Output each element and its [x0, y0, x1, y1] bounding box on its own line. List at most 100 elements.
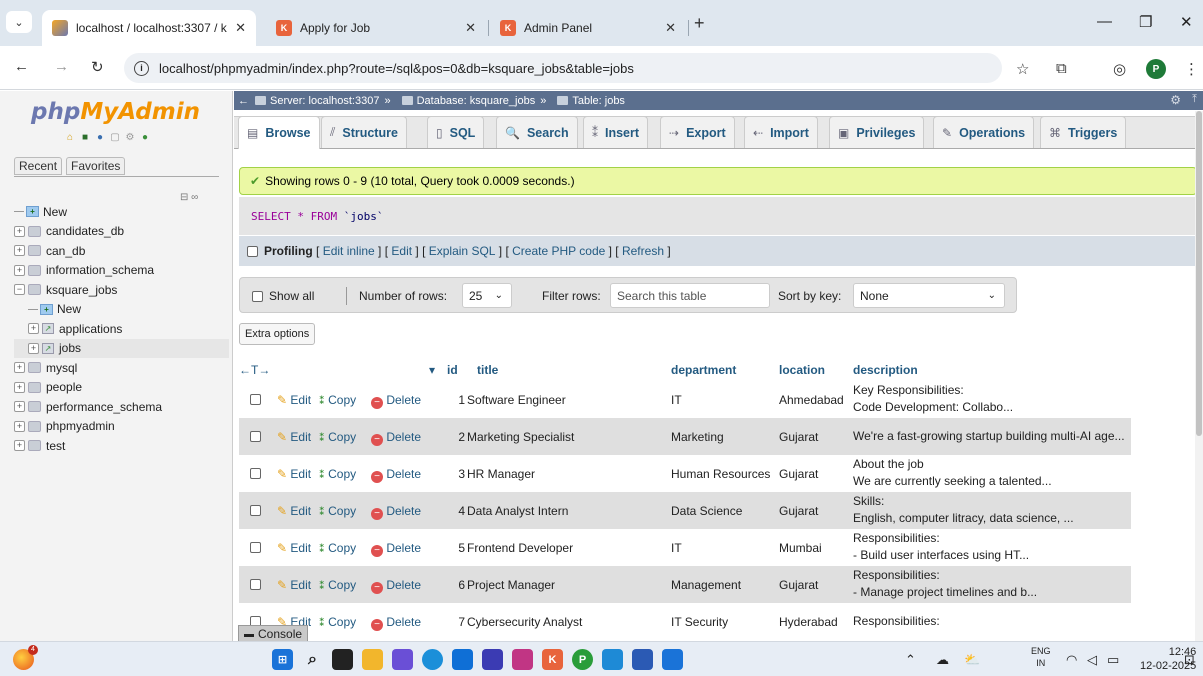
- column-department[interactable]: department: [671, 363, 736, 377]
- row-edit-link[interactable]: ✎ Edit: [277, 430, 311, 444]
- row-copy-link[interactable]: ⁑ Copy: [319, 541, 356, 555]
- expand-plus-icon[interactable]: +: [14, 401, 25, 413]
- profile-avatar[interactable]: P: [1146, 59, 1166, 79]
- cell-description[interactable]: We're a fast-growing startup building mu…: [853, 428, 1125, 445]
- cell-department[interactable]: IT Security: [671, 615, 728, 629]
- cell-id[interactable]: 2: [450, 430, 465, 444]
- row-copy-link[interactable]: ⁑ Copy: [319, 467, 356, 481]
- cell-title[interactable]: HR Manager: [467, 467, 535, 481]
- new-tab-plus-icon[interactable]: +: [694, 13, 705, 34]
- row-delete-link[interactable]: − Delete: [371, 615, 421, 631]
- show-all-checkbox[interactable]: [252, 290, 263, 302]
- tab-search-menu-button[interactable]: ⌄: [6, 11, 32, 33]
- row-checkbox[interactable]: [250, 431, 261, 442]
- close-icon[interactable]: ✕: [665, 20, 676, 36]
- sort-by-key-select[interactable]: None ⌄: [853, 283, 1005, 308]
- row-copy-link[interactable]: ⁑ Copy: [319, 393, 356, 407]
- tree-item-candidates-db[interactable]: + candidates_db: [14, 222, 229, 242]
- close-icon[interactable]: ✕: [465, 20, 476, 36]
- reload-navigation-icon[interactable]: ●: [139, 132, 151, 144]
- console-toggle[interactable]: ▬ Console: [238, 625, 309, 641]
- cell-id[interactable]: 5: [450, 541, 465, 555]
- settings-gear-icon[interactable]: ⚙: [1170, 93, 1181, 107]
- cell-department[interactable]: Marketing: [671, 430, 724, 444]
- cell-description[interactable]: Responsibilities: - Build user interfaces…: [853, 530, 1029, 564]
- expand-plus-icon[interactable]: +: [14, 245, 25, 257]
- cell-title[interactable]: Frontend Developer: [467, 541, 573, 555]
- cell-id[interactable]: 7: [450, 615, 465, 629]
- windows-start-icon[interactable]: ⊞: [272, 649, 293, 670]
- main-scrollbar[interactable]: [1195, 111, 1203, 641]
- show-all-toggle[interactable]: Show all: [252, 289, 314, 303]
- tab-export[interactable]: ⇢ Export: [660, 116, 735, 148]
- expand-plus-icon[interactable]: +: [14, 362, 25, 374]
- tab-privileges[interactable]: ▣ Privileges: [829, 116, 925, 148]
- tree-item-phpmyadmin[interactable]: + phpmyadmin: [14, 417, 229, 437]
- row-checkbox[interactable]: [250, 468, 261, 479]
- cell-department[interactable]: IT: [671, 393, 682, 407]
- remote-desktop-icon[interactable]: [662, 649, 683, 670]
- close-icon[interactable]: ✕: [235, 20, 246, 36]
- tab-browse[interactable]: ▤ Browse: [238, 116, 320, 149]
- tree-item-can-db[interactable]: + can_db: [14, 241, 229, 261]
- cloud-sync-icon[interactable]: ☁: [936, 652, 949, 668]
- column-title[interactable]: title: [477, 363, 498, 377]
- tree-item-people[interactable]: + people: [14, 378, 229, 398]
- battery-icon[interactable]: ▭: [1107, 652, 1119, 668]
- cell-location[interactable]: Gujarat: [779, 504, 818, 518]
- cell-description[interactable]: Responsibilities: - Manage project timeli…: [853, 567, 1037, 601]
- recent-tab[interactable]: Recent: [14, 157, 63, 175]
- help-icon[interactable]: ●: [94, 132, 106, 144]
- row-delete-link[interactable]: − Delete: [371, 467, 421, 483]
- row-delete-link[interactable]: − Delete: [371, 541, 421, 557]
- cell-location[interactable]: Gujarat: [779, 467, 818, 481]
- row-checkbox[interactable]: [250, 394, 261, 405]
- row-copy-link[interactable]: ⁑ Copy: [319, 504, 356, 518]
- extra-options-button[interactable]: Extra options: [239, 323, 316, 345]
- tree-item-applications[interactable]: + ↗ applications: [14, 319, 229, 339]
- tree-item-mysql[interactable]: + mysql: [14, 358, 229, 378]
- wifi-icon[interactable]: ◠: [1066, 652, 1077, 668]
- cell-title[interactable]: Software Engineer: [467, 393, 566, 407]
- row-copy-link[interactable]: ⁑ Copy: [319, 578, 356, 592]
- cell-id[interactable]: 1: [450, 393, 465, 407]
- rows-per-page-select[interactable]: 25 ⌄: [462, 283, 512, 308]
- back-arrow-icon[interactable]: ←: [238, 95, 249, 107]
- home-icon[interactable]: ⌂: [64, 132, 76, 144]
- language-indicator[interactable]: ENG IN: [1031, 645, 1051, 669]
- mobaxterm-icon[interactable]: [482, 649, 503, 670]
- expand-plus-icon[interactable]: +: [28, 342, 39, 354]
- tree-item-ksquare-new[interactable]: + New: [14, 300, 229, 320]
- instagram-icon[interactable]: [512, 649, 533, 670]
- cell-department[interactable]: Management: [671, 578, 741, 592]
- favorites-tab[interactable]: Favorites: [66, 157, 126, 175]
- cell-department[interactable]: Human Resources: [671, 467, 770, 481]
- collapse-minus-icon[interactable]: −: [14, 284, 25, 296]
- tree-item-performance-schema[interactable]: + performance_schema: [14, 397, 229, 417]
- row-checkbox[interactable]: [250, 579, 261, 590]
- phpmyadmin-logo[interactable]: phpMyAdmin: [31, 99, 200, 125]
- bookmark-star-icon[interactable]: ☆: [1016, 60, 1029, 78]
- show-hidden-icons-chevron-icon[interactable]: ⌃: [905, 652, 916, 668]
- tab-operations[interactable]: ✎ Operations: [933, 116, 1035, 148]
- cell-id[interactable]: 6: [450, 578, 465, 592]
- profiling-checkbox[interactable]: [247, 245, 258, 257]
- restore-icon[interactable]: ❐: [1139, 13, 1152, 31]
- cell-location[interactable]: Hyderabad: [779, 615, 838, 629]
- chrome-profile-icon[interactable]: P: [572, 649, 593, 670]
- cell-title[interactable]: Cybersecurity Analyst: [467, 615, 582, 629]
- kebab-menu-icon[interactable]: ⋮: [1184, 60, 1199, 78]
- volume-icon[interactable]: ◁: [1087, 652, 1097, 668]
- minimize-icon[interactable]: —: [1097, 13, 1112, 30]
- cell-description[interactable]: Key Responsibilities: Code Development: C…: [853, 382, 1013, 416]
- cell-location[interactable]: Mumbai: [779, 541, 822, 555]
- notification-center-icon[interactable]: ⊡: [1184, 652, 1195, 668]
- tab-search[interactable]: 🔍 Search: [496, 116, 578, 148]
- cell-location[interactable]: Gujarat: [779, 578, 818, 592]
- reload-icon[interactable]: ↻: [91, 58, 104, 76]
- row-edit-link[interactable]: ✎ Edit: [277, 578, 311, 592]
- cell-department[interactable]: IT: [671, 541, 682, 555]
- cell-location[interactable]: Ahmedabad: [779, 393, 844, 407]
- tree-item-new[interactable]: + New: [14, 202, 229, 222]
- cell-title[interactable]: Marketing Specialist: [467, 430, 574, 444]
